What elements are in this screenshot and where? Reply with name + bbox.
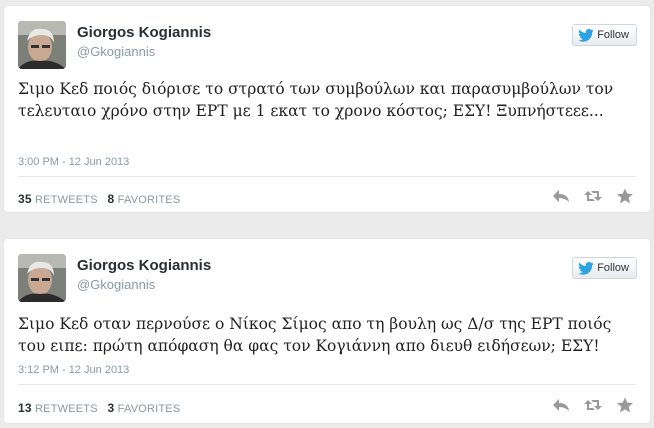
retweets-label[interactable]: RETWEETS [35, 403, 98, 415]
retweet-icon[interactable] [584, 397, 602, 413]
avatar[interactable] [18, 21, 66, 69]
tweet-card: Giorgos Kogiannis @Gkogiannis Follow Σιμ… [3, 5, 651, 213]
favorites-label[interactable]: FAVORITES [118, 194, 181, 206]
follow-button[interactable]: Follow [572, 257, 637, 279]
user-name[interactable]: Giorgos Kogiannis [77, 257, 211, 274]
tweet-stats: 13 RETWEETS 3 FAVORITES [18, 401, 180, 415]
tweet-actions [552, 397, 634, 413]
favorites-count[interactable]: 8 [108, 192, 115, 206]
retweets-count[interactable]: 35 [18, 192, 32, 206]
tweet-stats: 35 RETWEETS 8 FAVORITES [18, 192, 180, 206]
reply-icon[interactable] [552, 397, 570, 413]
divider [18, 176, 636, 177]
tweet-text: Σιμο Κεδ ποιός διόρισε το στρατό των συμ… [18, 80, 614, 120]
follow-label: Follow [597, 262, 629, 274]
follow-button[interactable]: Follow [572, 24, 637, 46]
tweet-timestamp[interactable]: 3:00 PM - 12 Jun 2013 [18, 156, 129, 168]
tweet-timestamp[interactable]: 3:12 PM - 12 Jun 2013 [18, 364, 129, 376]
twitter-bird-icon [578, 28, 595, 42]
tweet-card: Giorgos Kogiannis @Gkogiannis Follow Σιμ… [3, 238, 651, 424]
retweets-label[interactable]: RETWEETS [35, 194, 98, 206]
tweet-actions [552, 188, 634, 204]
user-handle[interactable]: @Gkogiannis [77, 44, 155, 59]
twitter-bird-icon [578, 261, 595, 275]
favorites-label[interactable]: FAVORITES [118, 403, 181, 415]
tweet-text: Σιμο Κεδ οταν περνούσε ο Νίκος Σίμος απο… [18, 315, 612, 355]
star-icon[interactable] [616, 397, 634, 413]
avatar[interactable] [18, 254, 66, 302]
reply-icon[interactable] [552, 188, 570, 204]
divider [18, 384, 636, 385]
retweets-count[interactable]: 13 [18, 401, 32, 415]
star-icon[interactable] [616, 188, 634, 204]
follow-label: Follow [597, 29, 629, 41]
retweet-icon[interactable] [584, 188, 602, 204]
user-handle[interactable]: @Gkogiannis [77, 277, 155, 292]
user-name[interactable]: Giorgos Kogiannis [77, 24, 211, 41]
favorites-count[interactable]: 3 [108, 401, 115, 415]
